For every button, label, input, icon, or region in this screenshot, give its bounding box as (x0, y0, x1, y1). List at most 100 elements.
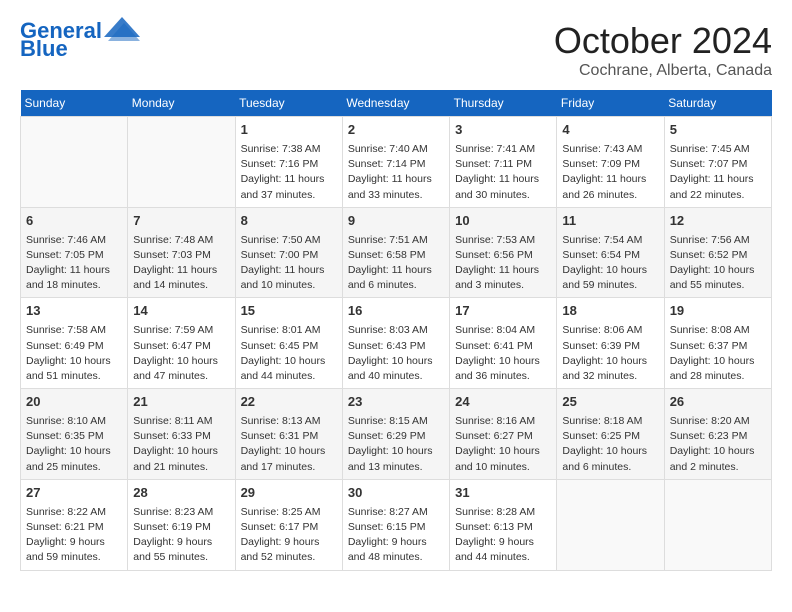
calendar-cell: 8 Sunrise: 7:50 AM Sunset: 7:00 PM Daylig… (235, 207, 342, 298)
calendar-cell: 27 Sunrise: 8:22 AM Sunset: 6:21 PM Dayli… (21, 479, 128, 570)
day-info: Sunrise: 8:06 AM Sunset: 6:39 PM Dayligh… (562, 323, 658, 384)
day-number: 20 (26, 393, 122, 412)
day-number: 5 (670, 121, 766, 140)
calendar-cell: 14 Sunrise: 7:59 AM Sunset: 6:47 PM Dayli… (128, 298, 235, 389)
day-number: 26 (670, 393, 766, 412)
day-number: 29 (241, 484, 337, 503)
day-info: Sunrise: 8:18 AM Sunset: 6:25 PM Dayligh… (562, 414, 658, 475)
calendar-cell: 26 Sunrise: 8:20 AM Sunset: 6:23 PM Dayli… (664, 389, 771, 480)
day-info: Sunrise: 8:08 AM Sunset: 6:37 PM Dayligh… (670, 323, 766, 384)
day-info: Sunrise: 8:04 AM Sunset: 6:41 PM Dayligh… (455, 323, 551, 384)
day-number: 7 (133, 212, 229, 231)
day-info: Sunrise: 8:10 AM Sunset: 6:35 PM Dayligh… (26, 414, 122, 475)
day-number: 2 (348, 121, 444, 140)
day-number: 21 (133, 393, 229, 412)
day-info: Sunrise: 8:01 AM Sunset: 6:45 PM Dayligh… (241, 323, 337, 384)
calendar-cell: 31 Sunrise: 8:28 AM Sunset: 6:13 PM Dayli… (450, 479, 557, 570)
day-info: Sunrise: 7:41 AM Sunset: 7:11 PM Dayligh… (455, 142, 551, 203)
day-info: Sunrise: 7:53 AM Sunset: 6:56 PM Dayligh… (455, 233, 551, 294)
day-number: 8 (241, 212, 337, 231)
week-row-3: 13 Sunrise: 7:58 AM Sunset: 6:49 PM Dayli… (21, 298, 772, 389)
calendar-cell: 28 Sunrise: 8:23 AM Sunset: 6:19 PM Dayli… (128, 479, 235, 570)
day-number: 14 (133, 302, 229, 321)
day-info: Sunrise: 8:13 AM Sunset: 6:31 PM Dayligh… (241, 414, 337, 475)
calendar-cell: 17Sunrise: 8:04 AM Sunset: 6:41 PM Dayli… (450, 298, 557, 389)
calendar-cell: 5Sunrise: 7:45 AM Sunset: 7:07 PM Daylig… (664, 117, 771, 208)
calendar-cell (664, 479, 771, 570)
day-number: 19 (670, 302, 766, 321)
header-row: SundayMondayTuesdayWednesdayThursdayFrid… (21, 90, 772, 117)
day-header-wednesday: Wednesday (342, 90, 449, 117)
day-info: Sunrise: 7:50 AM Sunset: 7:00 PM Dayligh… (241, 233, 337, 294)
day-number: 12 (670, 212, 766, 231)
day-header-monday: Monday (128, 90, 235, 117)
calendar-cell: 29Sunrise: 8:25 AM Sunset: 6:17 PM Dayli… (235, 479, 342, 570)
day-number: 30 (348, 484, 444, 503)
calendar-cell: 16 Sunrise: 8:03 AM Sunset: 6:43 PM Dayli… (342, 298, 449, 389)
calendar-table: SundayMondayTuesdayWednesdayThursdayFrid… (20, 90, 772, 571)
calendar-cell: 12 Sunrise: 7:56 AM Sunset: 6:52 PM Dayli… (664, 207, 771, 298)
calendar-cell: 30 Sunrise: 8:27 AM Sunset: 6:15 PM Dayli… (342, 479, 449, 570)
title-block: October 2024 Cochrane, Alberta, Canada (554, 20, 772, 80)
day-header-thursday: Thursday (450, 90, 557, 117)
day-info: Sunrise: 7:56 AM Sunset: 6:52 PM Dayligh… (670, 233, 766, 294)
day-info: Sunrise: 7:48 AM Sunset: 7:03 PM Dayligh… (133, 233, 229, 294)
logo-icon (104, 17, 140, 41)
calendar-cell (128, 117, 235, 208)
calendar-cell: 22 Sunrise: 8:13 AM Sunset: 6:31 PM Dayli… (235, 389, 342, 480)
day-info: Sunrise: 7:40 AM Sunset: 7:14 PM Dayligh… (348, 142, 444, 203)
day-number: 24 (455, 393, 551, 412)
day-info: Sunrise: 7:51 AM Sunset: 6:58 PM Dayligh… (348, 233, 444, 294)
day-number: 13 (26, 302, 122, 321)
day-info: Sunrise: 8:03 AM Sunset: 6:43 PM Dayligh… (348, 323, 444, 384)
calendar-cell: 25 Sunrise: 8:18 AM Sunset: 6:25 PM Dayli… (557, 389, 664, 480)
logo: General Blue (20, 20, 140, 60)
day-number: 28 (133, 484, 229, 503)
day-info: Sunrise: 8:20 AM Sunset: 6:23 PM Dayligh… (670, 414, 766, 475)
day-number: 22 (241, 393, 337, 412)
calendar-cell: 15 Sunrise: 8:01 AM Sunset: 6:45 PM Dayli… (235, 298, 342, 389)
calendar-cell: 4Sunrise: 7:43 AM Sunset: 7:09 PM Daylig… (557, 117, 664, 208)
day-number: 3 (455, 121, 551, 140)
calendar-cell: 13 Sunrise: 7:58 AM Sunset: 6:49 PM Dayli… (21, 298, 128, 389)
calendar-cell: 1 Sunrise: 7:38 AM Sunset: 7:16 PM Daylig… (235, 117, 342, 208)
day-number: 27 (26, 484, 122, 503)
day-number: 25 (562, 393, 658, 412)
calendar-cell: 18Sunrise: 8:06 AM Sunset: 6:39 PM Dayli… (557, 298, 664, 389)
calendar-cell: 24Sunrise: 8:16 AM Sunset: 6:27 PM Dayli… (450, 389, 557, 480)
calendar-cell: 21Sunrise: 8:11 AM Sunset: 6:33 PM Dayli… (128, 389, 235, 480)
calendar-cell: 9 Sunrise: 7:51 AM Sunset: 6:58 PM Daylig… (342, 207, 449, 298)
day-number: 9 (348, 212, 444, 231)
day-info: Sunrise: 7:38 AM Sunset: 7:16 PM Dayligh… (241, 142, 337, 203)
month-title: October 2024 (554, 20, 772, 62)
calendar-cell (557, 479, 664, 570)
calendar-cell: 11Sunrise: 7:54 AM Sunset: 6:54 PM Dayli… (557, 207, 664, 298)
day-info: Sunrise: 7:54 AM Sunset: 6:54 PM Dayligh… (562, 233, 658, 294)
day-header-tuesday: Tuesday (235, 90, 342, 117)
day-number: 1 (241, 121, 337, 140)
calendar-cell: 19 Sunrise: 8:08 AM Sunset: 6:37 PM Dayli… (664, 298, 771, 389)
day-header-saturday: Saturday (664, 90, 771, 117)
calendar-cell: 6Sunrise: 7:46 AM Sunset: 7:05 PM Daylig… (21, 207, 128, 298)
day-info: Sunrise: 8:22 AM Sunset: 6:21 PM Dayligh… (26, 505, 122, 566)
day-info: Sunrise: 7:58 AM Sunset: 6:49 PM Dayligh… (26, 323, 122, 384)
location: Cochrane, Alberta, Canada (554, 62, 772, 80)
calendar-cell: 23Sunrise: 8:15 AM Sunset: 6:29 PM Dayli… (342, 389, 449, 480)
day-info: Sunrise: 8:28 AM Sunset: 6:13 PM Dayligh… (455, 505, 551, 566)
day-number: 31 (455, 484, 551, 503)
page-header: General Blue October 2024 Cochrane, Albe… (20, 20, 772, 80)
week-row-2: 6Sunrise: 7:46 AM Sunset: 7:05 PM Daylig… (21, 207, 772, 298)
calendar-cell: 2 Sunrise: 7:40 AM Sunset: 7:14 PM Daylig… (342, 117, 449, 208)
calendar-cell (21, 117, 128, 208)
day-info: Sunrise: 7:59 AM Sunset: 6:47 PM Dayligh… (133, 323, 229, 384)
day-number: 16 (348, 302, 444, 321)
day-number: 15 (241, 302, 337, 321)
week-row-5: 27 Sunrise: 8:22 AM Sunset: 6:21 PM Dayli… (21, 479, 772, 570)
day-info: Sunrise: 8:23 AM Sunset: 6:19 PM Dayligh… (133, 505, 229, 566)
logo-text-blue: Blue (20, 38, 68, 60)
day-info: Sunrise: 8:15 AM Sunset: 6:29 PM Dayligh… (348, 414, 444, 475)
day-info: Sunrise: 8:27 AM Sunset: 6:15 PM Dayligh… (348, 505, 444, 566)
day-header-sunday: Sunday (21, 90, 128, 117)
day-number: 10 (455, 212, 551, 231)
calendar-cell: 3 Sunrise: 7:41 AM Sunset: 7:11 PM Daylig… (450, 117, 557, 208)
